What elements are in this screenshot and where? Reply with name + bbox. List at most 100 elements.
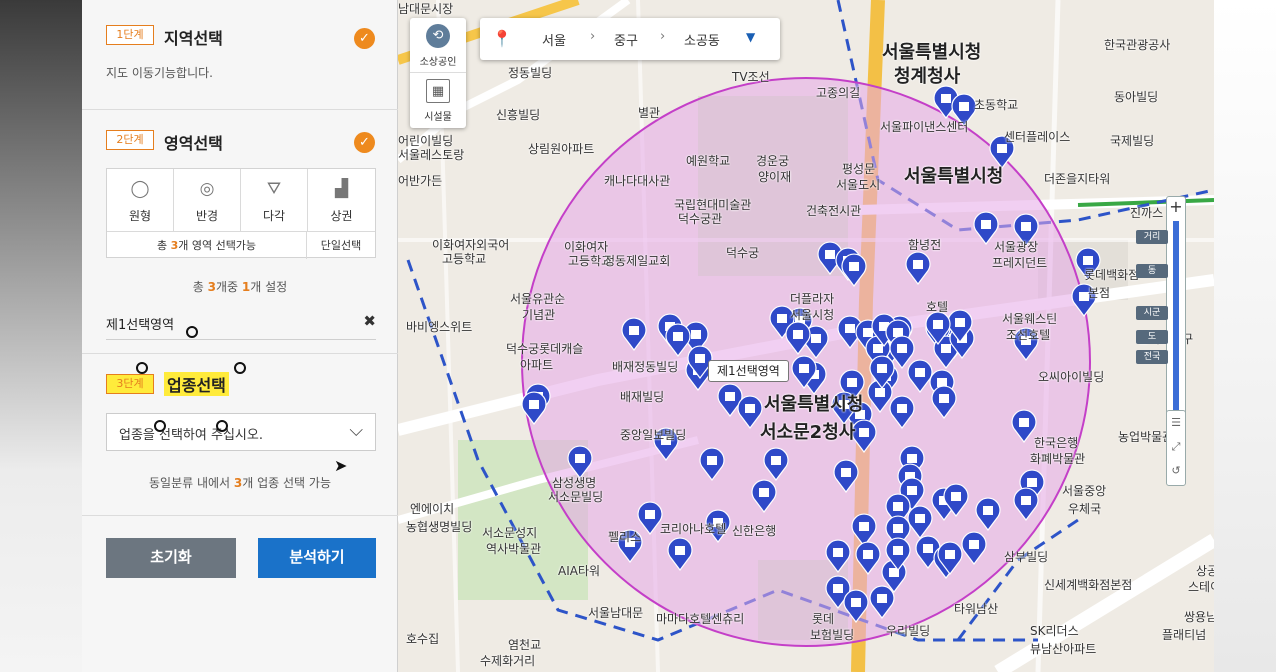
breadcrumb-district[interactable]: 중구 bbox=[614, 30, 638, 49]
map-place-label: 더존을지타워 bbox=[1044, 172, 1111, 186]
text: 총 bbox=[156, 239, 171, 252]
step2-badge: 2단계 bbox=[106, 130, 154, 150]
map-place-label: 본점 bbox=[1088, 286, 1111, 300]
industry-select-value: 업종을 선택하여 주십시오. bbox=[119, 428, 263, 443]
chevron-right-icon: › bbox=[660, 29, 666, 44]
fullscreen-icon[interactable]: ⤢ bbox=[1167, 435, 1185, 459]
selected-area-row[interactable]: 제1선택영역 ✖ bbox=[106, 312, 376, 340]
map-place-label: 쌍용남산 bbox=[1184, 610, 1214, 624]
zoom-tag-do[interactable]: 도 bbox=[1136, 330, 1168, 344]
area-tool-label: 반경 bbox=[195, 209, 219, 223]
map-place-label: 배재정동빌딩 bbox=[612, 360, 679, 374]
industry-select[interactable]: 업종을 선택하여 주십시오. ⌵ bbox=[106, 413, 376, 451]
map-place-label: 우체국 bbox=[1068, 502, 1102, 516]
step1-region: 1단계 지역선택 ✓ 지도 이동기능합니다. bbox=[82, 0, 398, 110]
map-place-label: 코리아나호텔 bbox=[660, 522, 727, 536]
remove-area-icon[interactable]: ✖ bbox=[363, 312, 376, 330]
map-place-label: 남대문시장 bbox=[398, 2, 454, 16]
circle-icon: ◯ bbox=[130, 179, 150, 199]
single-select-button[interactable]: 단일선택 bbox=[307, 232, 375, 259]
map-place-label: 아파트 bbox=[520, 358, 554, 372]
region-breadcrumb[interactable]: 📍 서울 › 중구 › 소공동 ▼ bbox=[480, 18, 780, 60]
refresh-icon[interactable]: ↺ bbox=[1167, 459, 1185, 483]
map-place-label: 서울중앙 bbox=[1062, 484, 1107, 498]
breadcrumb-city[interactable]: 서울 bbox=[542, 30, 566, 49]
zoom-tag-sigun[interactable]: 시군 bbox=[1136, 306, 1168, 320]
map-place-label: 진까스 bbox=[1130, 206, 1164, 220]
map-place-label: 센터플레이스 bbox=[1004, 130, 1071, 144]
map-place-label: 캐나다대사관 bbox=[604, 174, 671, 188]
map-place-label: 예원학교 bbox=[686, 154, 731, 168]
map-place-label: 함녕전 bbox=[908, 238, 942, 252]
map-place-label: 역사박물관 bbox=[486, 542, 542, 556]
area-tool-polygon[interactable]: ⛛ 다각 bbox=[241, 169, 308, 231]
map-place-label: 스테이트 bbox=[1188, 580, 1214, 594]
reset-button[interactable]: 초기화 bbox=[106, 538, 236, 578]
text: 개중 bbox=[216, 280, 242, 294]
list-icon[interactable]: ☰ bbox=[1167, 411, 1185, 435]
zoom-tag-street[interactable]: 거리 bbox=[1136, 230, 1168, 244]
map-place-label: 배재빌딩 bbox=[620, 390, 665, 404]
selected-area-name: 제1선택영역 bbox=[106, 318, 175, 333]
area-tool-commercial[interactable]: ▟ 상권 bbox=[308, 169, 375, 231]
map-place-label: TV조선 bbox=[732, 70, 770, 84]
map-place-label: 서울웨스틴 bbox=[1002, 312, 1058, 326]
map-place-label: 조선호텔 bbox=[1006, 328, 1051, 342]
map-view[interactable]: 서울특별시청 청계청사 서울특별시청 서울특별시청 서소문2청사 한국관광공사 서울파이낸스… bbox=[398, 0, 1214, 672]
touch-indicator bbox=[136, 362, 148, 374]
facility-layer-button[interactable]: ▦ 시설물 bbox=[410, 73, 466, 128]
touch-indicator bbox=[216, 420, 228, 432]
area-summary: 총 3개중 1개 설정 bbox=[82, 278, 398, 295]
area-tool-circle[interactable]: ◯ 원형 bbox=[107, 169, 174, 231]
map-place-label: AIA타워 bbox=[558, 564, 601, 578]
mouse-pointer-icon: ➤ bbox=[334, 456, 348, 475]
map-place-label: 서울남대문 bbox=[588, 606, 644, 620]
map-place-label: 서울레스토랑 bbox=[398, 148, 465, 162]
selected-area-map-label: 제1선택영역 bbox=[708, 360, 789, 382]
zoom-in-button[interactable]: + bbox=[1167, 197, 1185, 217]
small-business-layer-button[interactable]: ⟲ 소상공인 bbox=[410, 18, 466, 73]
map-place-label: 오씨아이빌딩 bbox=[1038, 370, 1105, 384]
area-tool-grid: ◯ 원형 ◎ 반경 ⛛ 다각 ▟ 상권 총 3개 영역 선택가능 단일선택 bbox=[106, 168, 376, 259]
map-place-label: 고종의길 bbox=[816, 86, 861, 100]
zoom-tag-dong[interactable]: 동 bbox=[1136, 264, 1168, 278]
zoom-tag-nation[interactable]: 전국 bbox=[1136, 350, 1168, 364]
map-place-label: 신한은행 bbox=[732, 524, 777, 538]
map-canvas bbox=[398, 0, 1214, 672]
chevron-down-icon: ⌵ bbox=[349, 420, 363, 441]
caret-down-icon[interactable]: ▼ bbox=[746, 30, 755, 44]
map-side-tools: ☰ ⤢ ↺ bbox=[1166, 410, 1186, 486]
map-place-label: 플래티넘 bbox=[1162, 628, 1207, 642]
text: 동일분류 내에서 bbox=[148, 476, 234, 490]
step1-title: 지역선택 bbox=[164, 29, 223, 48]
map-place-label: 한국은행 bbox=[1034, 436, 1079, 450]
analyze-button[interactable]: 분석하기 bbox=[258, 538, 376, 578]
map-place-label: 동아빌딩 bbox=[1114, 90, 1159, 104]
breadcrumb-dong[interactable]: 소공동 bbox=[684, 30, 720, 49]
chevron-right-icon: › bbox=[590, 29, 596, 44]
map-place-label: 농업박물관 bbox=[1118, 430, 1174, 444]
map-place-label: 보험빌딩 bbox=[810, 628, 855, 642]
tool-label: 시설물 bbox=[424, 112, 452, 123]
map-place-label: 양이재 bbox=[758, 170, 792, 184]
area-tool-label: 상권 bbox=[330, 209, 353, 223]
map-place-label: 건축전시관 bbox=[806, 204, 862, 218]
map-place-label: 청계청사 bbox=[894, 66, 961, 87]
area-tool-label: 원형 bbox=[128, 209, 152, 223]
step3-badge: 3단계 bbox=[106, 374, 154, 394]
map-place-label: 호수집 bbox=[406, 632, 440, 646]
map-place-label: 롯데백화점 bbox=[1084, 268, 1140, 282]
map-place-label: 상공회의소 bbox=[1196, 564, 1214, 578]
step2-title: 영역선택 bbox=[164, 134, 223, 153]
map-place-label: 덕수궁 bbox=[726, 246, 760, 260]
industry-note-number: 3 bbox=[233, 476, 243, 490]
map-place-label: 마마다호텔센츄리 bbox=[656, 612, 745, 626]
step2-check-icon: ✓ bbox=[354, 132, 375, 153]
area-tool-radius[interactable]: ◎ 반경 bbox=[174, 169, 241, 231]
map-place-label: 염천교 bbox=[508, 638, 542, 652]
commercial-icon: ▟ bbox=[334, 179, 349, 199]
touch-indicator bbox=[154, 420, 166, 432]
map-place-label: 화폐박물관 bbox=[1030, 452, 1086, 466]
step1-badge: 1단계 bbox=[106, 25, 154, 45]
industry-note: 동일분류 내에서 3개 업종 선택 가능 bbox=[82, 474, 398, 491]
